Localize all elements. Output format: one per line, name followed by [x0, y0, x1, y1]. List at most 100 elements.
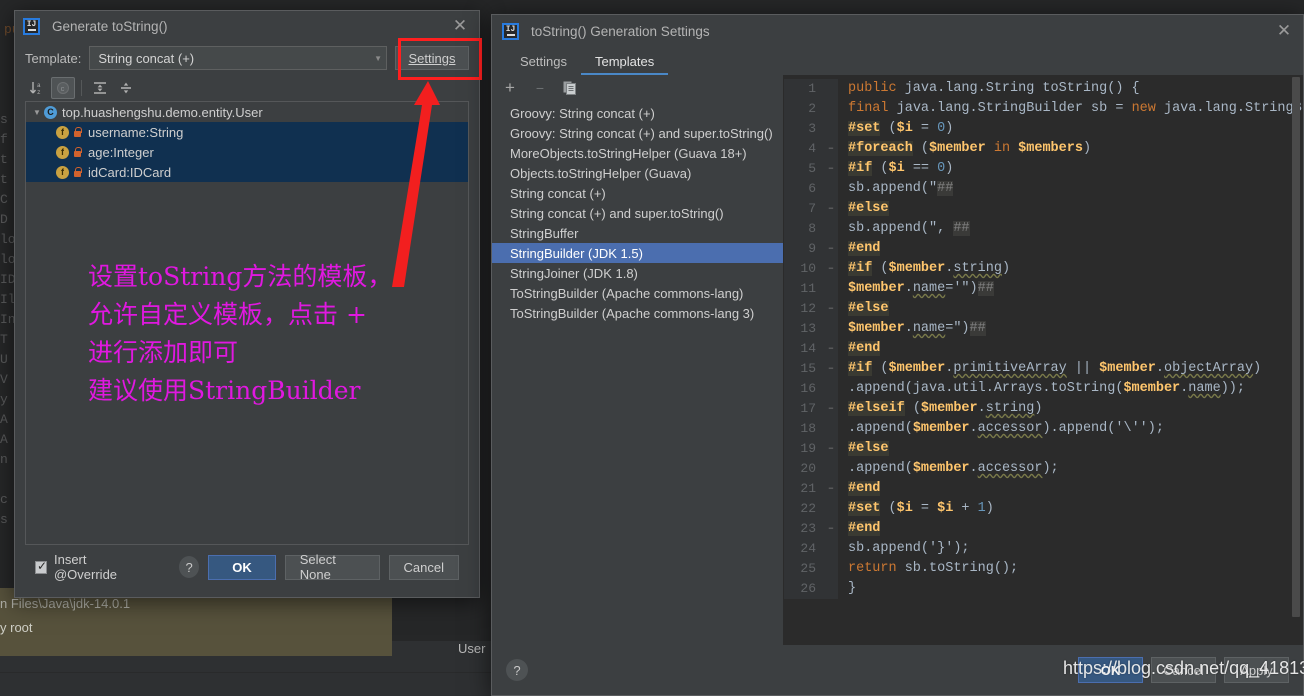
- list-item[interactable]: MoreObjects.toStringHelper (Guava 18+): [492, 143, 783, 163]
- fold-icon[interactable]: [824, 279, 838, 299]
- close-icon[interactable]: ✕: [1271, 18, 1297, 44]
- code-line[interactable]: 11 $member.name='")##: [784, 279, 1303, 299]
- fold-icon[interactable]: [824, 119, 838, 139]
- list-item[interactable]: Groovy: String concat (+) and super.toSt…: [492, 123, 783, 143]
- editor-vertical-scrollbar[interactable]: [1292, 77, 1300, 617]
- list-item[interactable]: StringBuffer: [492, 223, 783, 243]
- code-line[interactable]: 18 .append($member.accessor).append('\'')…: [784, 419, 1303, 439]
- select-none-button[interactable]: Select None: [284, 552, 380, 582]
- add-icon[interactable]: +: [500, 78, 520, 98]
- list-item[interactable]: ToStringBuilder (Apache commons-lang): [492, 283, 783, 303]
- fold-icon[interactable]: −: [824, 399, 838, 419]
- line-number: 24: [784, 539, 824, 559]
- toggle-filter-icon[interactable]: c: [51, 77, 75, 99]
- code-line[interactable]: 22 #set ($i = $i + 1): [784, 499, 1303, 519]
- fold-icon[interactable]: −: [824, 439, 838, 459]
- code-line[interactable]: 5− #if ($i == 0): [784, 159, 1303, 179]
- insert-override-checkbox[interactable]: Insert @Override: [35, 552, 144, 582]
- code-line[interactable]: 9− #end: [784, 239, 1303, 259]
- settings-button-label: Settings: [408, 50, 456, 66]
- apply-button[interactable]: Apply: [1224, 657, 1289, 683]
- table-row[interactable]: f username:String: [26, 122, 468, 142]
- remove-icon[interactable]: −: [530, 78, 550, 98]
- tab-settings[interactable]: Settings: [506, 51, 581, 75]
- tree-class-label: top.huashengshu.demo.entity.User: [62, 104, 263, 120]
- ok-button[interactable]: OK: [208, 554, 276, 580]
- code-line[interactable]: 19− #else: [784, 439, 1303, 459]
- code-line[interactable]: 21− #end: [784, 479, 1303, 499]
- help-button[interactable]: ?: [506, 659, 528, 681]
- fold-icon[interactable]: −: [824, 239, 838, 259]
- checkbox-box[interactable]: [35, 559, 47, 574]
- code-line[interactable]: 2 final java.lang.StringBuilder sb = new …: [784, 99, 1303, 119]
- list-item[interactable]: Objects.toStringHelper (Guava): [492, 163, 783, 183]
- code-line[interactable]: 23− #end: [784, 519, 1303, 539]
- code-line[interactable]: 17− #elseif ($member.string): [784, 399, 1303, 419]
- cancel-button[interactable]: Cancel: [388, 554, 459, 580]
- fold-icon[interactable]: −: [824, 339, 838, 359]
- list-item[interactable]: Groovy: String concat (+): [492, 103, 783, 123]
- fold-icon[interactable]: [824, 79, 838, 99]
- code-line[interactable]: 24 sb.append('}');: [784, 539, 1303, 559]
- fold-icon[interactable]: [824, 499, 838, 519]
- line-number: 6: [784, 179, 824, 199]
- ok-button[interactable]: OK: [1078, 657, 1143, 683]
- collapse-all-icon[interactable]: [114, 77, 138, 99]
- fold-icon[interactable]: −: [824, 199, 838, 219]
- expand-all-icon[interactable]: [88, 77, 112, 99]
- code-line[interactable]: 4− #foreach ($member in $members): [784, 139, 1303, 159]
- template-select[interactable]: String concat (+) ▼: [89, 46, 387, 70]
- list-item-selected[interactable]: StringBuilder (JDK 1.5): [492, 243, 783, 263]
- code-line[interactable]: 20 .append($member.accessor);: [784, 459, 1303, 479]
- fold-icon[interactable]: −: [824, 159, 838, 179]
- code-line[interactable]: 12− #else: [784, 299, 1303, 319]
- cancel-button[interactable]: Cancel: [1151, 657, 1216, 683]
- list-item[interactable]: String concat (+) and super.toString(): [492, 203, 783, 223]
- table-row[interactable]: f age:Integer: [26, 142, 468, 162]
- list-item[interactable]: ToStringBuilder (Apache commons-lang 3): [492, 303, 783, 323]
- tree-row-class[interactable]: ▼ C top.huashengshu.demo.entity.User: [26, 102, 468, 122]
- fold-icon[interactable]: [824, 219, 838, 239]
- code-line[interactable]: 10− #if ($member.string): [784, 259, 1303, 279]
- list-item[interactable]: String concat (+): [492, 183, 783, 203]
- help-button[interactable]: ?: [179, 556, 200, 578]
- list-item[interactable]: StringJoiner (JDK 1.8): [492, 263, 783, 283]
- code-line[interactable]: 13 $member.name=")##: [784, 319, 1303, 339]
- code-line[interactable]: 3 #set ($i = 0): [784, 119, 1303, 139]
- fold-icon[interactable]: −: [824, 139, 838, 159]
- code-line[interactable]: 25 return sb.toString();: [784, 559, 1303, 579]
- code-line[interactable]: 14− #end: [784, 339, 1303, 359]
- code-line[interactable]: 26}: [784, 579, 1303, 599]
- fold-icon[interactable]: −: [824, 299, 838, 319]
- fold-icon[interactable]: −: [824, 479, 838, 499]
- fold-icon[interactable]: −: [824, 519, 838, 539]
- tab-templates[interactable]: Templates: [580, 51, 669, 75]
- copy-icon[interactable]: [560, 78, 580, 98]
- fold-icon[interactable]: [824, 379, 838, 399]
- sort-alphabetically-icon[interactable]: az: [25, 77, 49, 99]
- fold-icon[interactable]: [824, 419, 838, 439]
- table-row[interactable]: f idCard:IDCard: [26, 162, 468, 182]
- code-line[interactable]: 16 .append(java.util.Arrays.toString($mem…: [784, 379, 1303, 399]
- template-list[interactable]: Groovy: String concat (+) Groovy: String…: [492, 101, 783, 645]
- fold-icon[interactable]: [824, 579, 838, 599]
- code-text: .append(java.util.Arrays.toString($membe…: [848, 381, 1245, 396]
- template-code-editor[interactable]: 1 public java.lang.String toString() {2 fi…: [784, 75, 1303, 645]
- settings-button[interactable]: Settings: [395, 46, 469, 70]
- fold-icon[interactable]: [824, 319, 838, 339]
- code-line[interactable]: 7− #else: [784, 199, 1303, 219]
- fold-icon[interactable]: [824, 459, 838, 479]
- fold-icon[interactable]: [824, 99, 838, 119]
- code-line[interactable]: 8 sb.append(", ##: [784, 219, 1303, 239]
- fold-icon[interactable]: −: [824, 259, 838, 279]
- code-line[interactable]: 15− #if ($member.primitiveArray || $membe…: [784, 359, 1303, 379]
- fold-icon[interactable]: [824, 179, 838, 199]
- fold-icon[interactable]: [824, 559, 838, 579]
- triangle-down-icon[interactable]: ▼: [30, 108, 44, 117]
- fold-icon[interactable]: [824, 539, 838, 559]
- close-icon[interactable]: ✕: [447, 13, 473, 39]
- fold-icon[interactable]: −: [824, 359, 838, 379]
- code-line[interactable]: 1 public java.lang.String toString() {: [784, 79, 1303, 99]
- member-tree[interactable]: ▼ C top.huashengshu.demo.entity.User f u…: [25, 101, 469, 545]
- code-line[interactable]: 6 sb.append("##: [784, 179, 1303, 199]
